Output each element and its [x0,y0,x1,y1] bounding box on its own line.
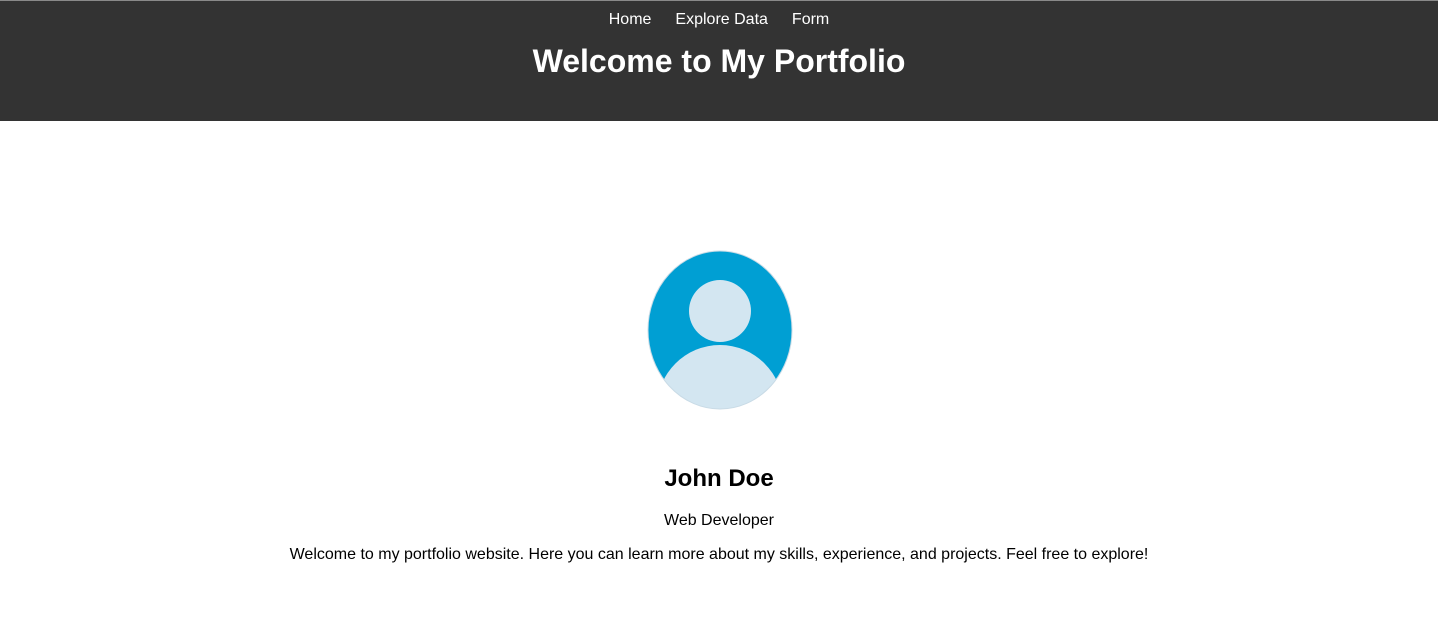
profile-role: Web Developer [664,512,774,529]
page-title: Welcome to My Portfolio [532,43,906,79]
nav-link-explore-data[interactable]: Explore Data [675,11,768,29]
nav-link-form[interactable]: Form [792,11,829,29]
site-header: Home Explore Data Form Welcome to My Por… [0,0,1438,121]
profile-intro: Welcome to my portfolio website. Here yo… [289,546,1149,563]
profile-name: John Doe [664,465,774,492]
nav-link-home[interactable]: Home [609,11,652,29]
user-avatar-icon [647,250,793,410]
main-nav: Home Explore Data Form [0,11,1438,29]
